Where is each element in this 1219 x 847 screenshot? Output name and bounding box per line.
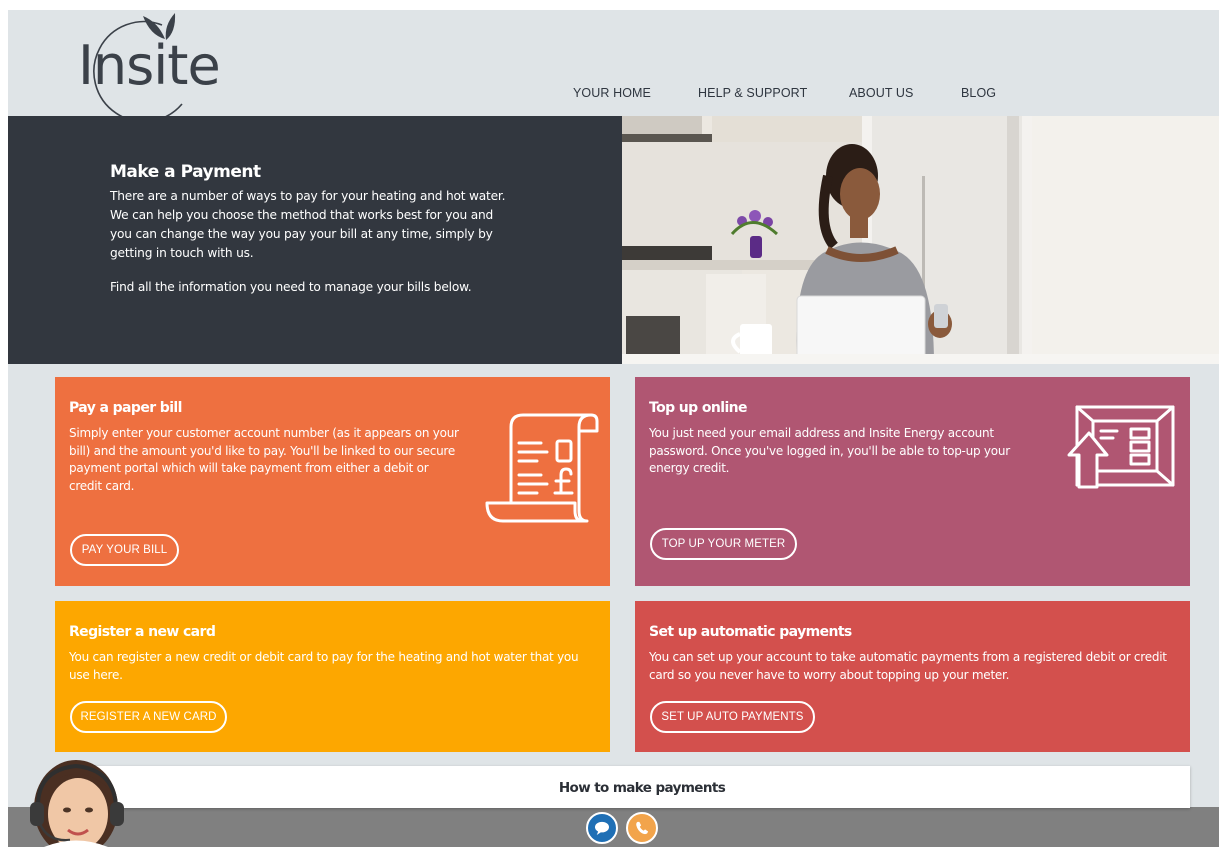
nav-your-home[interactable]: YOUR HOME: [573, 86, 651, 100]
phone-icon[interactable]: [626, 812, 658, 844]
top-up-your-meter-button[interactable]: TOP UP YOUR METER: [650, 528, 797, 560]
hero-photo: [622, 116, 1219, 364]
card-title: Top up online: [649, 400, 748, 416]
insite-logo[interactable]: Insite: [70, 12, 250, 116]
website: Insite YOUR HOME HELP & SUPPORT ABOUT US…: [8, 10, 1219, 847]
card-text: You just need your email address and Ins…: [649, 426, 1010, 475]
nav-about-us[interactable]: ABOUT US: [849, 86, 913, 100]
site-header: Insite YOUR HOME HELP & SUPPORT ABOUT US…: [8, 10, 1219, 116]
set-up-auto-payments-button[interactable]: SET UP AUTO PAYMENTS: [650, 701, 815, 733]
nav-blog[interactable]: BLOG: [961, 86, 996, 100]
card-text: You can register a new credit or debit c…: [69, 650, 579, 682]
how-to-title: How to make payments: [558, 780, 726, 796]
hero-paragraph-2: Find all the information you need to man…: [110, 280, 472, 294]
card-register-new-card: Register a new card You can register a n…: [55, 601, 610, 752]
card-title: Pay a paper bill: [69, 400, 182, 416]
card-text: Simply enter your customer account numbe…: [69, 426, 459, 493]
page-title: Make a Payment: [110, 162, 261, 182]
top-up-meter-icon: [1067, 405, 1175, 489]
hero-text: Make a Payment There are a number of way…: [110, 162, 510, 297]
card-top-up-online: Top up online You just need your email a…: [635, 377, 1190, 586]
support-agent-avatar[interactable]: [16, 752, 136, 847]
card-auto-payments: Set up automatic payments You can set up…: [635, 601, 1190, 752]
card-text: You can set up your account to take auto…: [649, 650, 1167, 682]
register-new-card-button[interactable]: REGISTER A NEW CARD: [70, 701, 227, 733]
nav-help-support[interactable]: HELP & SUPPORT: [698, 86, 807, 100]
card-title: Set up automatic payments: [649, 624, 852, 640]
card-title: Register a new card: [69, 624, 216, 640]
paper-bill-icon: [485, 413, 599, 523]
card-pay-paper-bill: Pay a paper bill Simply enter your custo…: [55, 377, 610, 586]
hero-banner: Make a Payment There are a number of way…: [8, 116, 1219, 364]
logo-text: Insite: [78, 34, 220, 97]
hero-paragraph-1: There are a number of ways to pay for yo…: [110, 189, 506, 260]
pay-your-bill-button[interactable]: PAY YOUR BILL: [70, 534, 179, 566]
how-to-make-payments-panel[interactable]: How to make payments: [94, 766, 1190, 808]
chat-bubble-icon[interactable]: [586, 812, 618, 844]
